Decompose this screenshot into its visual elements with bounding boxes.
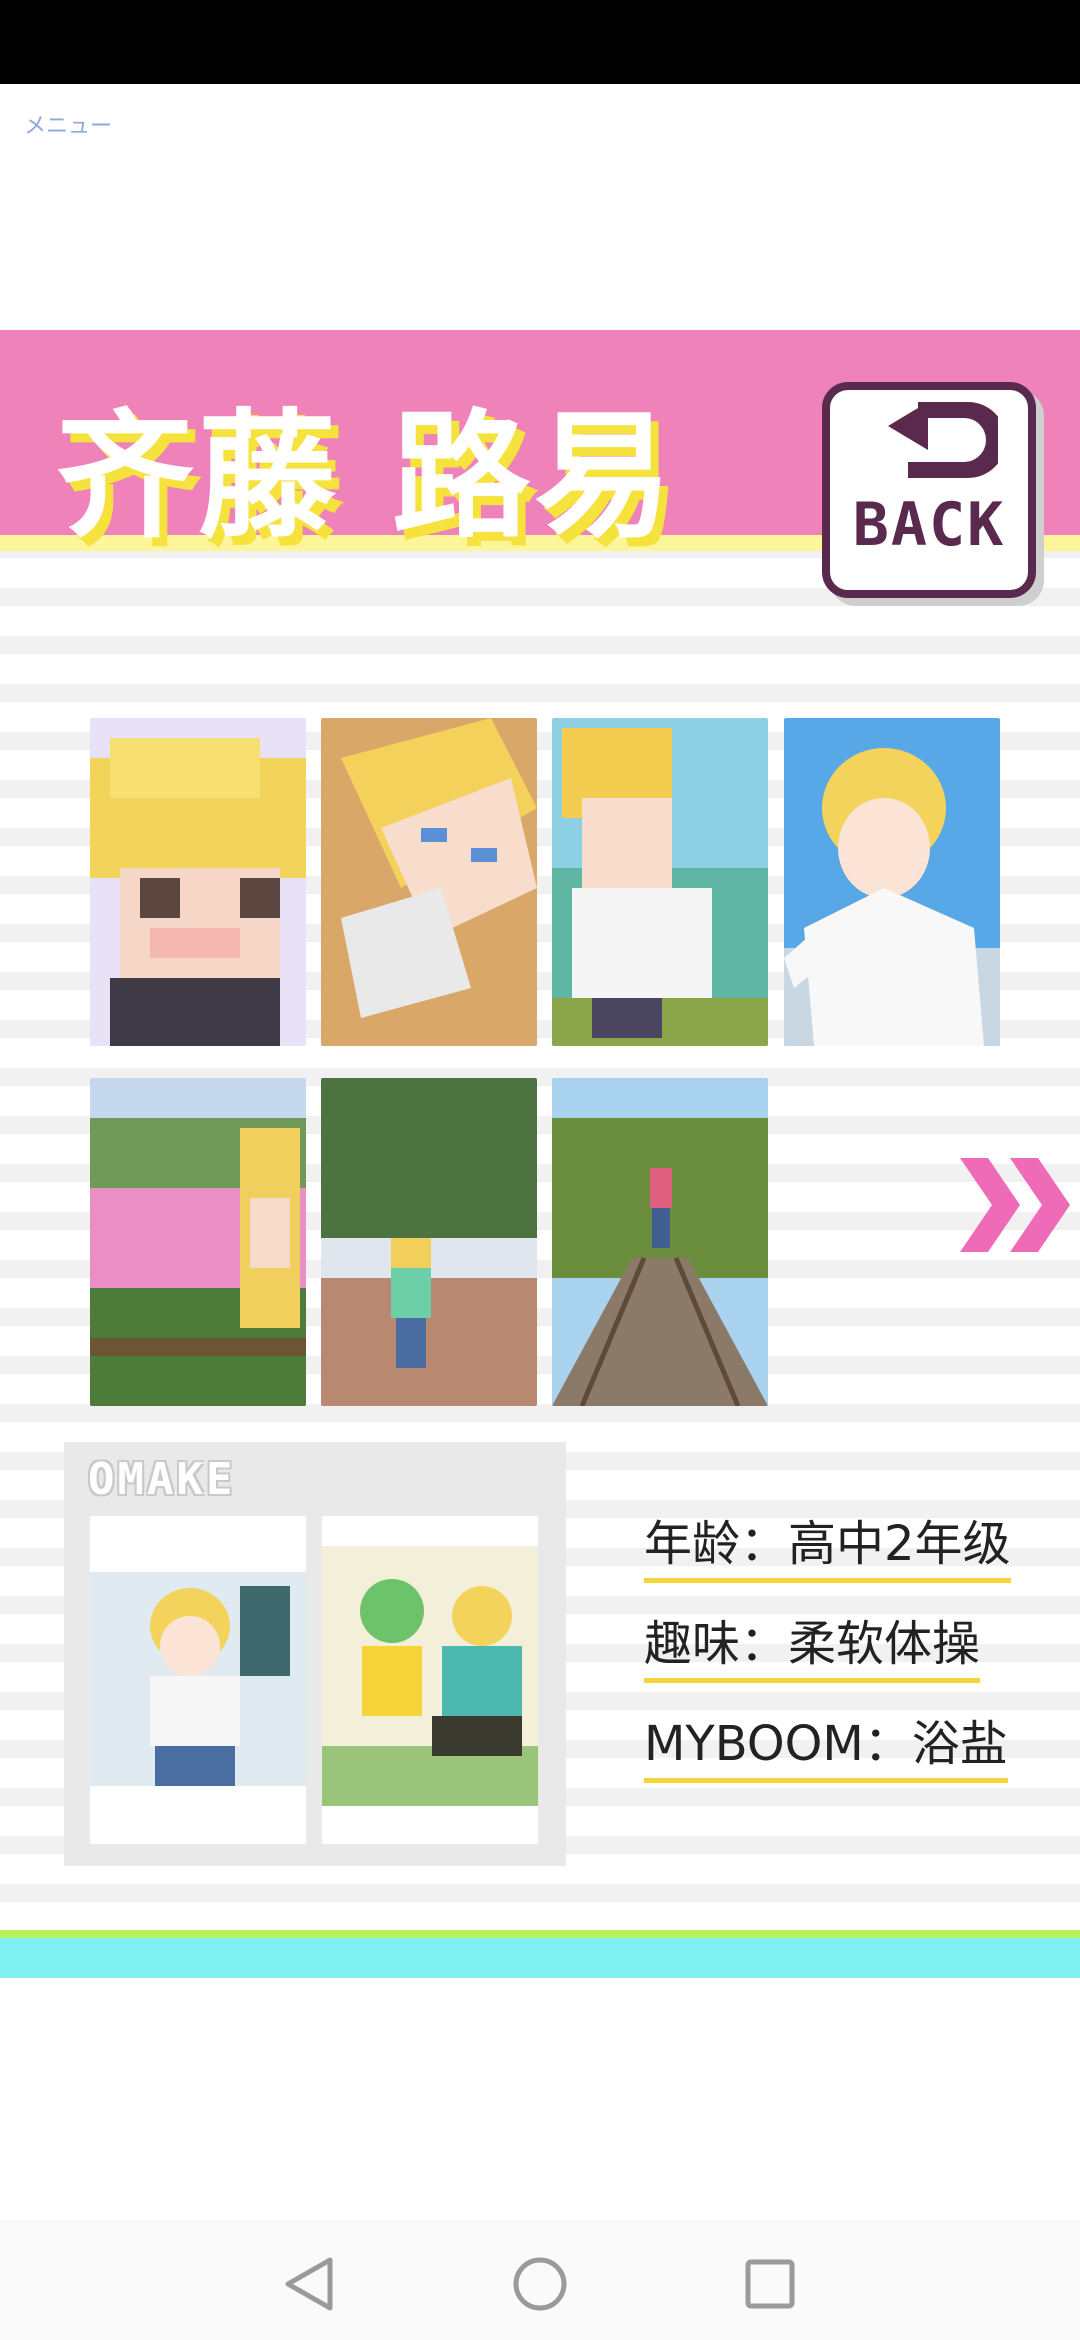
omake-item-2[interactable] xyxy=(322,1516,538,1844)
gallery-item-2[interactable] xyxy=(321,718,537,1046)
back-arrow-icon xyxy=(888,402,998,478)
gallery-item-3[interactable] xyxy=(552,718,768,1046)
pixel-lying-image xyxy=(321,718,537,1046)
navigation-bar xyxy=(0,2220,1080,2340)
circle-home-icon[interactable] xyxy=(510,2254,570,2314)
gallery-item-7[interactable] xyxy=(552,1078,768,1406)
menu-link[interactable]: メニュー xyxy=(24,108,112,140)
profile-myboom: MYBOOM：浴盐 xyxy=(644,1714,1008,1783)
double-chevron-right-icon[interactable] xyxy=(958,1150,1076,1260)
flower-field-image xyxy=(90,1078,306,1406)
anime-portrait-image xyxy=(784,718,1000,1046)
omake-item-1[interactable] xyxy=(90,1516,306,1844)
park-path-image xyxy=(321,1078,537,1406)
pixel-lake-image xyxy=(552,718,768,1046)
gallery-item-1[interactable] xyxy=(90,718,306,1046)
omake-panel: OMAKE xyxy=(64,1442,566,1866)
character-name-title: 齐藤 路易 xyxy=(56,396,677,557)
back-label: BACK xyxy=(852,490,1006,560)
pixel-portrait-image xyxy=(90,718,306,1046)
back-button[interactable]: BACK xyxy=(822,382,1036,598)
profile-age: 年龄：高中2年级 xyxy=(644,1514,1011,1583)
gallery-item-4[interactable] xyxy=(784,718,1000,1046)
square-recents-icon[interactable] xyxy=(740,2254,800,2314)
footer-cyan-band xyxy=(0,1938,1080,1978)
triangle-back-icon[interactable] xyxy=(280,2254,340,2314)
status-bar xyxy=(0,0,1080,84)
profile-hobby: 趣味：柔软体操 xyxy=(644,1614,981,1683)
railway-image xyxy=(552,1078,768,1406)
omake-illustration-2 xyxy=(322,1516,538,1844)
omake-illustration-1 xyxy=(90,1516,306,1844)
omake-label: OMAKE xyxy=(88,1454,236,1505)
gallery-item-5[interactable] xyxy=(90,1078,306,1406)
footer-green-line xyxy=(0,1930,1080,1938)
gallery-item-6[interactable] xyxy=(321,1078,537,1406)
